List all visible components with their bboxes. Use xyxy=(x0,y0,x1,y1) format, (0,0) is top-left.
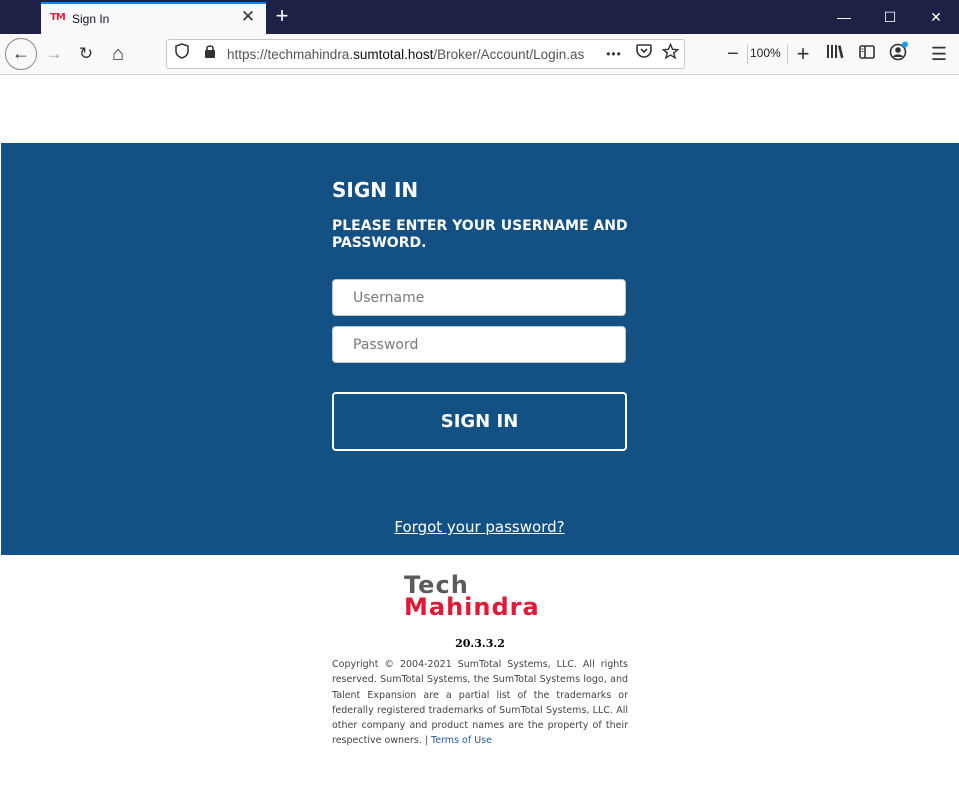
tech-mahindra-logo: Tech Mahindra xyxy=(404,573,564,619)
copyright-text: Copyright © 2004-2021 SumTotal Systems, … xyxy=(332,659,628,747)
page-title: SIGN IN xyxy=(332,178,419,202)
menu-icon[interactable]: ☰ xyxy=(926,41,952,67)
zoom-in-button[interactable]: + xyxy=(790,41,816,67)
sidebar-icon[interactable] xyxy=(854,41,880,67)
zoom-out-button[interactable]: − xyxy=(720,41,746,67)
browser-titlebar: TM Sign In ✕ + — ☐ ✕ xyxy=(0,0,959,34)
copyright-notice: Copyright © 2004-2021 SumTotal Systems, … xyxy=(332,657,628,749)
url-text[interactable]: https://techmahindra.sumtotal.host/Broke… xyxy=(227,47,600,62)
logo-line-mahindra: Mahindra xyxy=(404,593,540,621)
browser-navbar: ← → ↻ ⌂ https://techmahindra.sumtotal.ho… xyxy=(0,34,959,75)
password-field[interactable] xyxy=(332,326,626,363)
site-favicon-icon: TM xyxy=(50,12,66,23)
close-tab-icon[interactable]: ✕ xyxy=(239,7,257,27)
library-icon[interactable] xyxy=(822,41,848,67)
address-bar[interactable]: https://techmahindra.sumtotal.host/Broke… xyxy=(166,39,685,69)
browser-tab[interactable]: TM Sign In ✕ xyxy=(41,2,266,34)
terms-of-use-link[interactable]: Terms of Use xyxy=(431,735,492,746)
reload-button[interactable]: ↻ xyxy=(73,41,99,67)
tab-title: Sign In xyxy=(72,12,110,26)
zoom-level[interactable]: 100% xyxy=(750,46,781,60)
login-instructions: PLEASE ENTER YOUR USERNAME AND PASSWORD. xyxy=(332,218,628,251)
username-field[interactable] xyxy=(332,279,626,316)
zoom-divider xyxy=(787,44,788,64)
tracking-shield-icon[interactable] xyxy=(171,43,193,65)
new-tab-button[interactable]: + xyxy=(272,4,292,28)
pocket-icon[interactable] xyxy=(633,43,655,65)
bookmark-star-icon[interactable] xyxy=(659,42,681,65)
back-button[interactable]: ← xyxy=(5,38,37,70)
home-button[interactable]: ⌂ xyxy=(105,41,131,67)
sign-in-button[interactable]: SIGN IN xyxy=(332,392,627,451)
forward-button[interactable]: → xyxy=(41,41,67,67)
account-icon[interactable] xyxy=(886,41,912,67)
version-number: 20.3.3.2 xyxy=(455,637,505,650)
page-actions-icon[interactable]: ••• xyxy=(603,43,625,65)
forgot-password-link[interactable]: Forgot your password? xyxy=(332,518,627,536)
zoom-divider xyxy=(747,44,748,64)
minimize-button[interactable]: — xyxy=(821,0,867,34)
maximize-button[interactable]: ☐ xyxy=(867,0,913,34)
lock-icon[interactable] xyxy=(199,43,221,65)
close-window-button[interactable]: ✕ xyxy=(913,0,959,34)
